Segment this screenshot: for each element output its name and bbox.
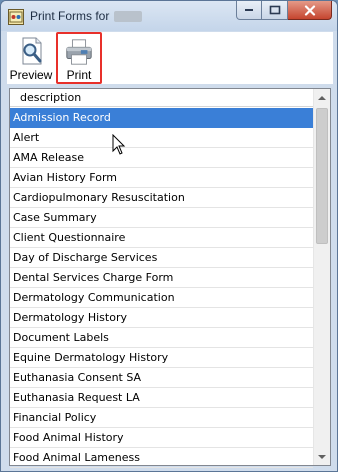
preview-label: Preview — [9, 68, 53, 82]
scrollbar-thumb[interactable] — [316, 108, 328, 244]
mouse-pointer-icon — [112, 134, 126, 155]
caption-buttons — [236, 1, 332, 21]
list-item[interactable]: Dermatology Communication — [10, 288, 313, 308]
minimize-icon — [245, 9, 253, 11]
list-item[interactable]: Euthanasia Consent SA — [10, 368, 313, 388]
chevron-up-icon — [318, 95, 326, 100]
close-icon — [304, 4, 315, 16]
column-header-description[interactable]: description — [10, 89, 313, 107]
title-bar[interactable]: Print Forms for — [1, 1, 337, 31]
preview-button[interactable]: Preview — [9, 32, 53, 84]
forms-list[interactable]: description Admission Record Alert AMA R… — [9, 88, 331, 468]
list-item[interactable]: Food Animal Lameness — [10, 448, 313, 468]
preview-icon — [22, 37, 42, 65]
print-button[interactable]: Print — [56, 32, 102, 84]
list-item[interactable]: Document Labels — [10, 328, 313, 348]
forms-list-rows: Admission Record Alert AMA Release Avian… — [10, 108, 313, 468]
minimize-button[interactable] — [236, 1, 262, 20]
scroll-up-button[interactable] — [314, 89, 330, 106]
printer-icon — [66, 39, 92, 65]
list-item[interactable]: Case Summary — [10, 208, 313, 228]
print-forms-window: Print Forms for Preview Print descriptio… — [0, 0, 338, 472]
print-label: Print — [66, 68, 92, 82]
maximize-button[interactable] — [262, 1, 288, 20]
chevron-down-icon — [318, 454, 326, 459]
list-item[interactable]: Admission Record — [10, 108, 313, 128]
list-item[interactable]: Dental Services Charge Form — [10, 268, 313, 288]
list-item[interactable]: Alert — [10, 128, 313, 148]
list-item[interactable]: Equine Dermatology History — [10, 348, 313, 368]
toolbar: Preview Print — [7, 32, 333, 84]
list-item[interactable]: Euthanasia Request LA — [10, 388, 313, 408]
vertical-scrollbar[interactable] — [313, 89, 330, 465]
list-item[interactable]: Financial Policy — [10, 408, 313, 428]
close-button[interactable] — [288, 1, 332, 20]
list-item[interactable]: AMA Release — [10, 148, 313, 168]
window-title: Print Forms for — [30, 9, 110, 23]
app-icon — [8, 9, 24, 25]
list-item[interactable]: Dermatology History — [10, 308, 313, 328]
list-item[interactable]: Cardiopulmonary Resuscitation — [10, 188, 313, 208]
list-item[interactable]: Food Animal History — [10, 428, 313, 448]
list-item[interactable]: Day of Discharge Services — [10, 248, 313, 268]
list-item[interactable]: Avian History Form — [10, 168, 313, 188]
maximize-icon — [269, 5, 280, 15]
scroll-down-button[interactable] — [314, 448, 330, 465]
list-item[interactable]: Client Questionnaire — [10, 228, 313, 248]
redacted-client-name — [114, 11, 142, 22]
